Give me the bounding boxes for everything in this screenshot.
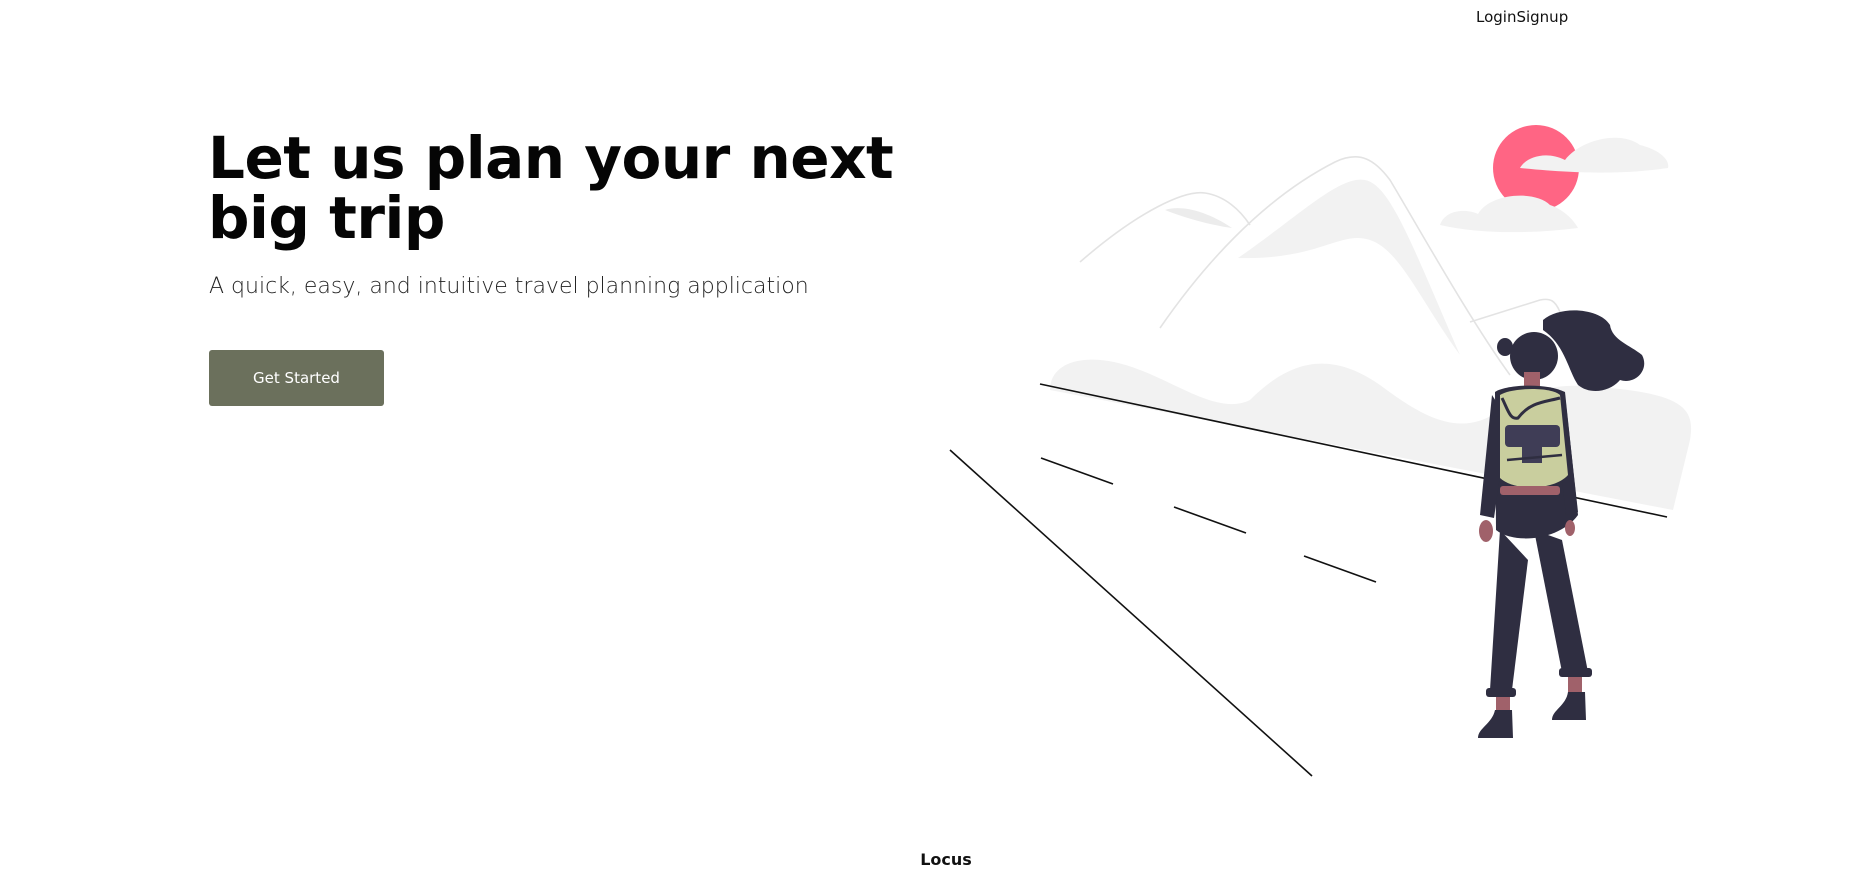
footer-brand: Locus <box>920 850 972 869</box>
landing-page: Login Signup Let us plan your next big t… <box>0 0 1862 876</box>
hero-subtitle: A quick, easy, and intuitive travel plan… <box>209 274 809 299</box>
login-link[interactable]: Login <box>1476 8 1516 26</box>
road-edge-near <box>949 449 1313 777</box>
hero-title: Let us plan your next big trip <box>208 124 894 252</box>
road-dash <box>1303 555 1377 583</box>
traveler-illustration <box>949 125 1692 777</box>
road-dash <box>1173 506 1247 534</box>
mountain-outline <box>1079 191 1251 263</box>
top-nav: Login Signup <box>1476 8 1568 26</box>
get-started-button[interactable]: Get Started <box>209 350 384 406</box>
signup-link[interactable]: Signup <box>1516 8 1568 26</box>
road-dash <box>1040 457 1114 485</box>
mountain-peak-small <box>1165 208 1232 228</box>
traveler-figure <box>1478 310 1645 738</box>
mountain-shape <box>1238 179 1460 355</box>
